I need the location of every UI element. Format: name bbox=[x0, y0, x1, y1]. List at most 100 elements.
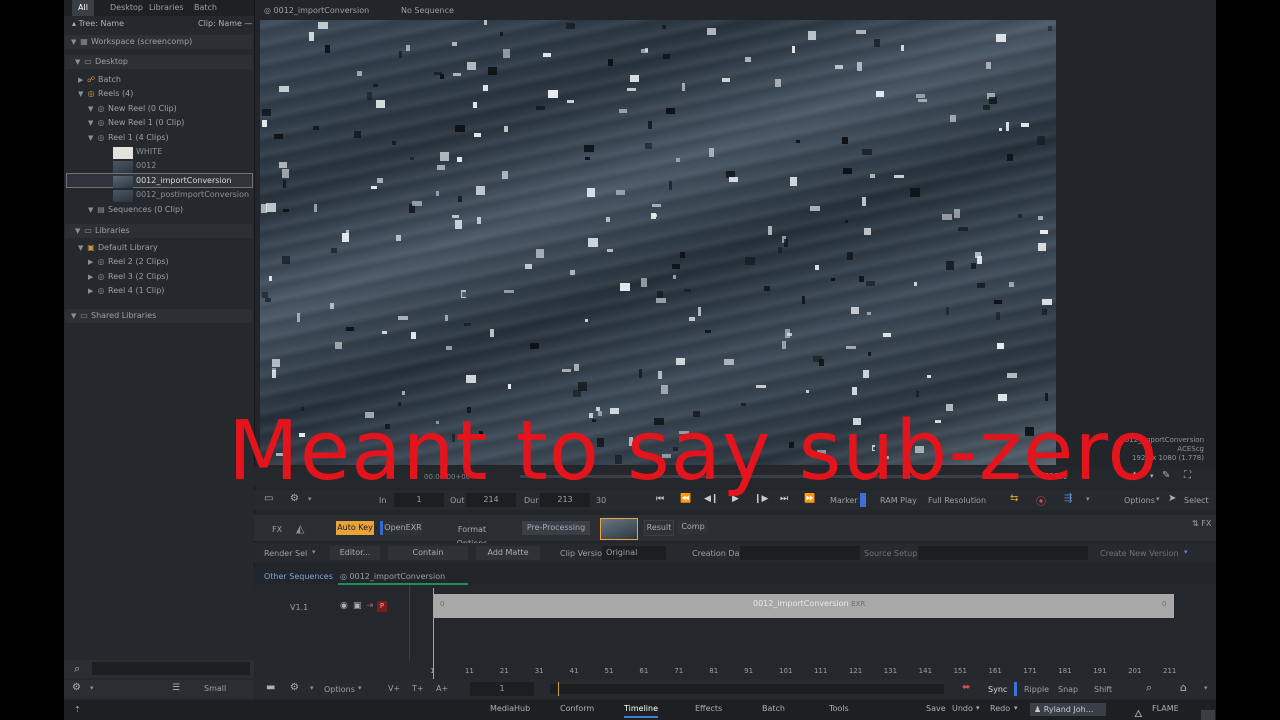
tree-item-reel-4[interactable]: ▶ ◎ Reel 4 (1 Clip) bbox=[88, 284, 164, 298]
reel-icon: ◎ bbox=[97, 286, 105, 295]
tab-mediahub[interactable]: MediaHub bbox=[490, 704, 530, 713]
add-matte-button[interactable]: Add Matte bbox=[476, 546, 540, 560]
tree-item-new-reel[interactable]: ▼ ◎ New Reel (0 Clip) bbox=[88, 102, 177, 116]
pre-processing-button[interactable]: Pre-Processing bbox=[522, 521, 590, 535]
water-highlight bbox=[946, 261, 954, 270]
editor-button[interactable]: Editor... bbox=[330, 546, 380, 560]
tab-effects[interactable]: Effects bbox=[695, 704, 722, 713]
add-title-track-button[interactable]: T+ bbox=[412, 684, 424, 693]
shared-libraries-row[interactable]: ▼ ▭ Shared Libraries bbox=[65, 309, 253, 323]
desktop-row[interactable]: ▼ ▭ Desktop bbox=[65, 55, 253, 69]
tree-item-new-reel-1[interactable]: ▼ ◎ New Reel 1 (0 Clip) bbox=[88, 116, 184, 130]
tab-other-sequences[interactable]: Other Sequences bbox=[264, 572, 333, 581]
add-video-track-button[interactable]: V+ bbox=[388, 684, 400, 693]
chevron-down-icon[interactable]: ▾ bbox=[358, 684, 362, 692]
contain-button[interactable]: Contain bbox=[388, 546, 468, 560]
eyedropper-icon[interactable]: ✎ bbox=[1162, 470, 1170, 481]
tree-column-label[interactable]: Tree: Name bbox=[79, 19, 125, 28]
list-view-icon[interactable]: ☰ bbox=[172, 683, 180, 693]
tab-batch[interactable]: Batch bbox=[762, 704, 785, 713]
tree-item-batch[interactable]: ▶ ☍ Batch bbox=[78, 73, 121, 87]
workspace-row[interactable]: ▼ ▦ Workspace (screencomp) bbox=[65, 35, 253, 49]
openexr-button[interactable]: OpenEXR bbox=[380, 521, 423, 535]
undo-button[interactable]: Undo bbox=[952, 704, 973, 713]
timeline-scrollbar[interactable] bbox=[550, 684, 944, 694]
tab-libraries[interactable]: Libraries bbox=[149, 3, 184, 12]
clip-item-import-conversion[interactable]: 0012_importConversion bbox=[136, 174, 232, 188]
tree-item-reel-1[interactable]: ▼ ◎ Reel 1 (4 Clips) bbox=[88, 131, 169, 145]
search-input[interactable] bbox=[92, 662, 250, 675]
sync-button[interactable]: Sync bbox=[988, 685, 1007, 694]
select-button[interactable]: Select bbox=[1184, 496, 1209, 505]
search-icon[interactable]: ⌕ bbox=[74, 662, 80, 676]
auto-key-button[interactable]: Auto Key bbox=[336, 521, 374, 535]
tab-desktop[interactable]: Desktop bbox=[110, 3, 143, 12]
shift-button[interactable]: Shift bbox=[1094, 685, 1112, 694]
libraries-row[interactable]: ▼ ▭ Libraries bbox=[65, 224, 253, 238]
dropdown-arrow-icon[interactable]: ⇡ bbox=[74, 705, 81, 714]
fullscreen-icon[interactable]: ⛶ bbox=[1184, 470, 1191, 481]
patch-icon[interactable]: ⇥ bbox=[366, 601, 374, 611]
snap-button[interactable]: Snap bbox=[1058, 685, 1078, 694]
timeline-options-button[interactable]: Options bbox=[324, 685, 355, 694]
zoom-search-icon[interactable]: ⌕ bbox=[1146, 681, 1152, 695]
water-highlight bbox=[724, 359, 734, 365]
clip-column-label[interactable]: Clip: Name bbox=[198, 19, 242, 28]
tree-item-default-library[interactable]: ▼ ▣ Default Library bbox=[78, 241, 158, 255]
lock-icon[interactable]: ▣ bbox=[353, 601, 362, 611]
ripple-button[interactable]: Ripple bbox=[1024, 685, 1049, 694]
save-button[interactable]: Save bbox=[926, 704, 946, 713]
chevron-down-icon[interactable]: ▾ bbox=[1014, 704, 1018, 712]
comp-button[interactable]: Comp bbox=[678, 520, 708, 534]
clip-item-0012[interactable]: 0012 bbox=[136, 159, 156, 173]
water-highlight bbox=[279, 162, 287, 168]
tab-sequence[interactable]: ◎ 0012_importConversion bbox=[340, 572, 445, 581]
tree-item-sequences[interactable]: ▼ ▤ Sequences (0 Clip) bbox=[88, 203, 183, 217]
timeline-view-icon[interactable]: ▬ bbox=[266, 682, 275, 693]
primary-track-badge[interactable]: P bbox=[377, 601, 387, 612]
cursor-icon[interactable]: ➤ bbox=[1168, 493, 1176, 504]
chevron-down-icon[interactable]: ▾ bbox=[1204, 684, 1208, 692]
tree-item-reels[interactable]: ▼ ◎ Reels (4) bbox=[78, 87, 133, 101]
render-sel-button[interactable]: Render Sel bbox=[264, 549, 307, 558]
clip-item-white[interactable]: WHITE bbox=[136, 145, 162, 159]
timeline-clip-segment[interactable]: 0 0012_importConversion EXR 0 bbox=[433, 594, 1174, 618]
result-button[interactable]: Result bbox=[644, 520, 674, 536]
tab-tools[interactable]: Tools bbox=[829, 704, 849, 713]
fx-right-button[interactable]: ⇅ FX bbox=[1192, 519, 1211, 528]
tab-all[interactable]: All bbox=[72, 0, 94, 16]
tree-item-reel-3[interactable]: ▶ ◎ Reel 3 (2 Clips) bbox=[88, 270, 169, 284]
user-menu[interactable]: ♟ Ryland Joh... bbox=[1030, 703, 1106, 716]
eye-icon[interactable]: ◉ bbox=[340, 601, 348, 611]
track-label: V1.1 bbox=[290, 603, 309, 612]
chevron-down-icon[interactable]: ▾ bbox=[312, 548, 316, 556]
viewer-image[interactable] bbox=[260, 20, 1056, 465]
clip-preview-thumbnail[interactable] bbox=[600, 518, 638, 540]
size-label[interactable]: Small bbox=[204, 684, 226, 693]
chevron-down-icon[interactable]: ▾ bbox=[1184, 548, 1188, 556]
gear-icon[interactable]: ⚙ bbox=[290, 682, 299, 693]
create-new-version-button[interactable]: Create New Version bbox=[1100, 549, 1179, 558]
chevron-down-icon[interactable]: ▾ bbox=[90, 684, 94, 692]
clip-versions-select[interactable]: Original bbox=[602, 546, 666, 560]
source-setup-field[interactable] bbox=[918, 546, 1088, 560]
water-highlight bbox=[464, 323, 471, 326]
format-options-button[interactable]: Format Options bbox=[442, 523, 502, 548]
water-highlight bbox=[452, 215, 459, 218]
tab-timeline[interactable]: Timeline bbox=[624, 704, 659, 718]
tab-conform[interactable]: Conform bbox=[560, 704, 594, 713]
tree-item-reel-2[interactable]: ▶ ◎ Reel 2 (2 Clips) bbox=[88, 255, 169, 269]
frame-field[interactable]: 1 bbox=[470, 682, 534, 696]
split-icon[interactable]: ⬌ bbox=[962, 682, 970, 693]
tab-batch[interactable]: Batch bbox=[194, 3, 217, 12]
gear-icon[interactable]: ⚙ bbox=[72, 682, 81, 693]
overlay-caption: Meant to say sub-zero bbox=[228, 404, 1159, 499]
clip-item-postimport-conversion[interactable]: 0012_postImportConversion bbox=[136, 188, 249, 202]
clip-icon[interactable]: ◭ bbox=[296, 522, 304, 535]
home-icon[interactable]: ⌂ bbox=[1180, 681, 1187, 694]
add-audio-track-button[interactable]: A+ bbox=[436, 684, 448, 693]
chevron-down-icon[interactable]: ▾ bbox=[976, 704, 980, 712]
redo-button[interactable]: Redo bbox=[990, 704, 1010, 713]
fx-button[interactable]: FX bbox=[272, 525, 282, 534]
chevron-down-icon[interactable]: ▾ bbox=[310, 684, 314, 692]
